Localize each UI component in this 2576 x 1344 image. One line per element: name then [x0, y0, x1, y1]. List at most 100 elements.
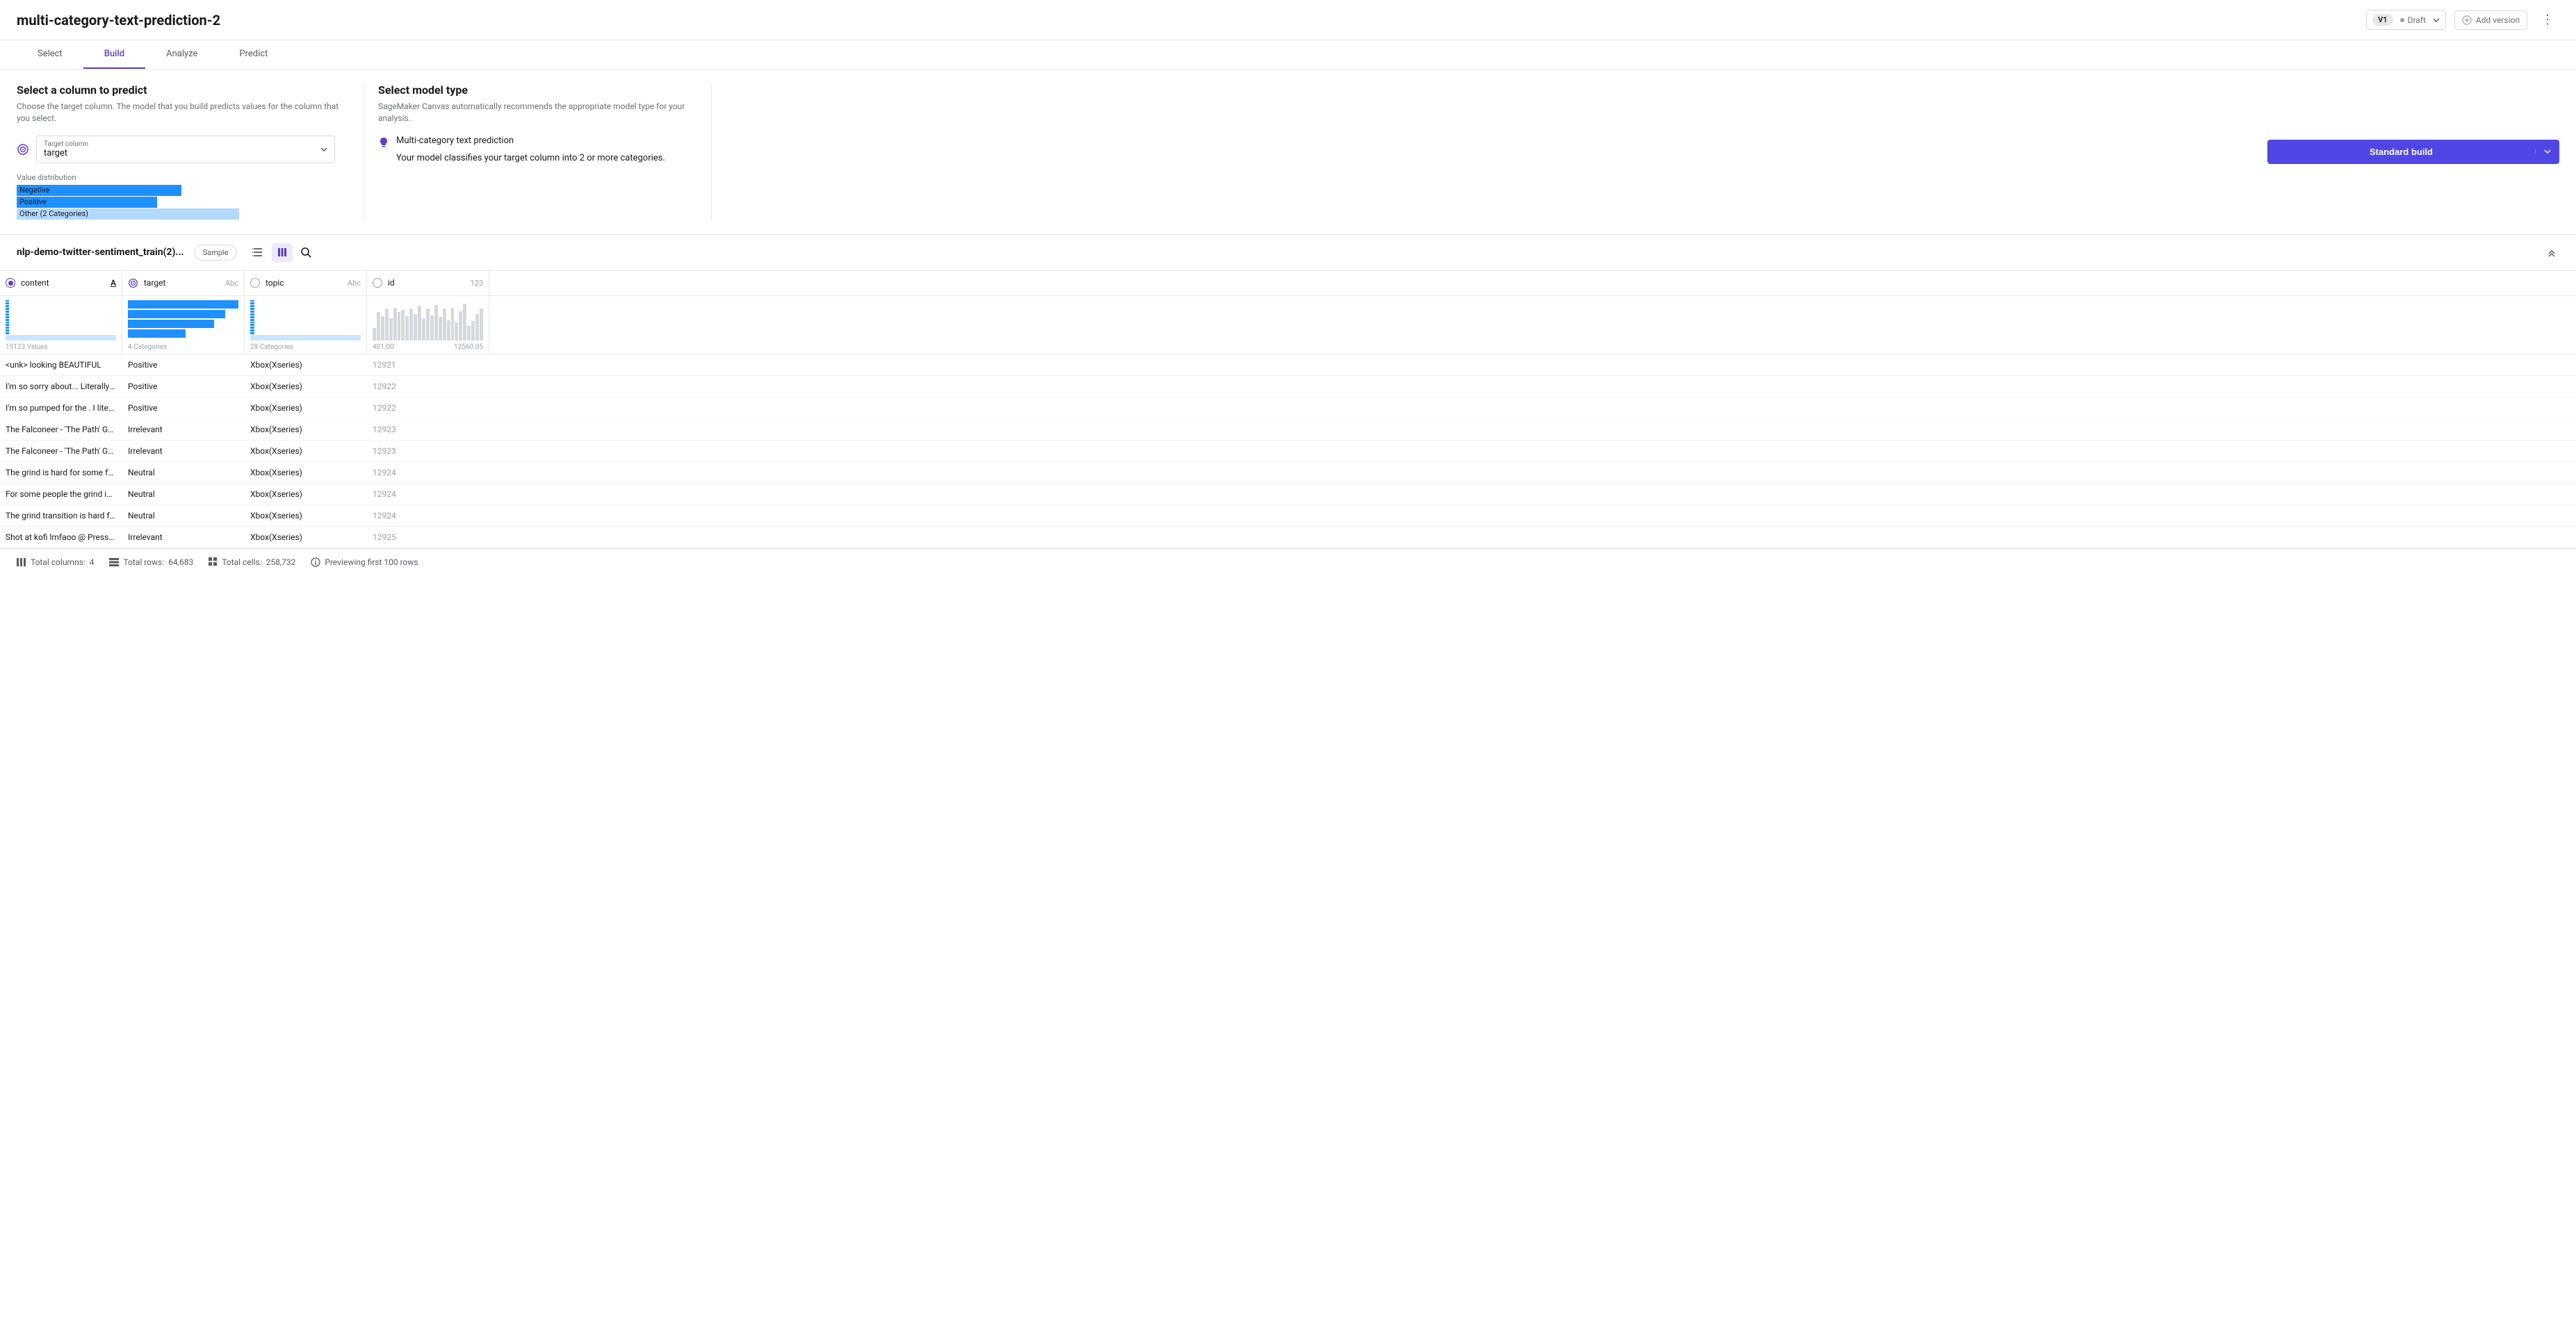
- tiny-bar: [6, 316, 9, 318]
- table-row[interactable]: <unk> looking BEAUTIFULPositiveXbox(Xser…: [0, 354, 2576, 376]
- build-button-dropdown[interactable]: [2535, 149, 2559, 154]
- cell-content: For some people the grind is eve…: [0, 484, 122, 505]
- column-name: target: [144, 278, 165, 288]
- total-rows: Total rows: 64,683: [109, 557, 193, 567]
- cell-topic: Xbox(Xseries): [245, 398, 367, 418]
- column-header-content[interactable]: content A: [0, 271, 122, 295]
- label: Total cells:: [222, 557, 261, 567]
- cell-content: The grind is hard for some folks …: [0, 462, 122, 483]
- table-row[interactable]: Shot at kofi lmfaoo @ PressStar…Irreleva…: [0, 527, 2576, 548]
- chevron-down-icon: [2544, 149, 2551, 154]
- tiny-bar: [250, 305, 254, 307]
- add-version-button[interactable]: Add version: [2454, 10, 2527, 30]
- cell-id: 12923: [367, 441, 489, 461]
- column-header-topic[interactable]: topic Abc: [245, 271, 367, 295]
- column-name: content: [21, 278, 49, 288]
- table-row[interactable]: The Falconeer - 'The Path' Game…Irreleva…: [0, 441, 2576, 462]
- tiny-bar: [250, 332, 254, 334]
- version-badge: V1: [2372, 14, 2392, 26]
- radio-selected-icon[interactable]: [6, 278, 15, 288]
- table-row[interactable]: The grind is hard for some folks …Neutra…: [0, 462, 2576, 484]
- viz-summary-text: 28 Categories: [250, 343, 293, 351]
- radio-icon[interactable]: [373, 278, 382, 288]
- tiny-bar: [250, 327, 254, 329]
- value: 4: [90, 557, 95, 567]
- cell-target: Positive: [122, 354, 245, 375]
- hist-bar: [430, 315, 434, 341]
- cell-content: I'm so sorry about... Literally can…: [0, 376, 122, 397]
- viz-content: 19123 Values: [0, 296, 122, 354]
- plus-circle-icon: [2462, 15, 2472, 25]
- tiny-bar: [250, 316, 254, 318]
- cell-id: 12921: [367, 354, 489, 375]
- hist-bar: [471, 321, 475, 341]
- table-row[interactable]: I'm so sorry about... Literally can…Posi…: [0, 376, 2576, 398]
- cell-content: <unk> looking BEAUTIFUL: [0, 354, 122, 375]
- list-view-button[interactable]: [247, 243, 269, 262]
- hist-bar: [377, 312, 380, 341]
- hist-bar: [451, 308, 455, 340]
- version-selector[interactable]: V1 Draft: [2366, 10, 2446, 30]
- select-column-section: Select a column to predict Choose the ta…: [17, 83, 364, 220]
- cell-topic: Xbox(Xseries): [245, 505, 367, 526]
- status-text: Draft: [2408, 15, 2426, 25]
- table-row[interactable]: For some people the grind is eve…Neutral…: [0, 484, 2576, 505]
- table-row[interactable]: The grind transition is hard for s…Neutr…: [0, 505, 2576, 527]
- dist-bar-other: Other (2 Categories): [17, 208, 239, 220]
- column-name: id: [388, 278, 395, 288]
- tiny-bar: [250, 302, 254, 304]
- cell-content: The Falconeer - 'The Path' Game…: [0, 441, 122, 461]
- hist-bar: [401, 310, 405, 341]
- sample-button[interactable]: Sample: [194, 245, 238, 261]
- cell-topic: Xbox(Xseries): [245, 441, 367, 461]
- target-column-select[interactable]: Target column target: [36, 136, 335, 163]
- table-row[interactable]: I'm so pumped for the . I literall…Posit…: [0, 398, 2576, 419]
- column-header-id[interactable]: id 123: [367, 271, 489, 295]
- cell-target: Neutral: [122, 505, 245, 526]
- radio-icon[interactable]: [250, 278, 260, 288]
- viz-target: 4 Categories: [122, 296, 245, 354]
- label: Total rows:: [123, 557, 164, 567]
- info-icon: [311, 557, 320, 567]
- hist-bar: [373, 328, 376, 340]
- more-menu-button[interactable]: ⋮: [2536, 10, 2559, 30]
- viz-summary-text: 4 Categories: [128, 343, 167, 351]
- viz-topic: 28 Categories: [245, 296, 367, 354]
- chevron-down-icon: [2433, 18, 2440, 22]
- hist-bar: [389, 318, 393, 341]
- tiny-bar: [250, 311, 254, 313]
- table-row[interactable]: The Falconeer - 'The Path' Game…Irreleva…: [0, 419, 2576, 441]
- tiny-bar: [250, 300, 254, 302]
- chevron-double-up-icon: [2547, 247, 2557, 257]
- hist-bar: [418, 306, 421, 340]
- cell-content: Shot at kofi lmfaoo @ PressStar…: [0, 527, 122, 548]
- tiny-bar: [250, 329, 254, 331]
- column-name: topic: [266, 278, 284, 288]
- column-view-button[interactable]: [272, 243, 293, 262]
- target-column-value: target: [44, 148, 327, 158]
- tab-analyze[interactable]: Analyze: [145, 40, 218, 69]
- column-header-target[interactable]: target Abc: [122, 271, 245, 295]
- chevron-down-icon: [320, 147, 327, 151]
- hist-bar: [439, 317, 442, 341]
- collapse-button[interactable]: [2544, 245, 2559, 260]
- total-cells: Total cells: 258,732: [209, 557, 295, 567]
- column-headers: content A target Abc topic Abc id 123: [0, 270, 2576, 296]
- tiny-bar-other: [250, 335, 361, 341]
- cell-id: 12922: [367, 376, 489, 397]
- standard-build-button[interactable]: Standard build: [2267, 140, 2559, 164]
- column-type: Abc: [348, 279, 361, 288]
- search-button[interactable]: [295, 243, 317, 262]
- tab-select[interactable]: Select: [17, 40, 83, 69]
- model-type-title: Select model type: [378, 83, 697, 97]
- hist-bar: [443, 309, 446, 340]
- view-toggle: [247, 243, 317, 262]
- tiny-bar: [250, 319, 254, 321]
- tab-predict[interactable]: Predict: [218, 40, 288, 69]
- mini-bar: [128, 320, 214, 328]
- tab-build[interactable]: Build: [83, 40, 145, 69]
- viz-summary-text: 19123 Values: [6, 343, 48, 351]
- column-type: Abc: [225, 279, 238, 288]
- tiny-bar: [6, 311, 9, 313]
- cell-id: 12923: [367, 419, 489, 440]
